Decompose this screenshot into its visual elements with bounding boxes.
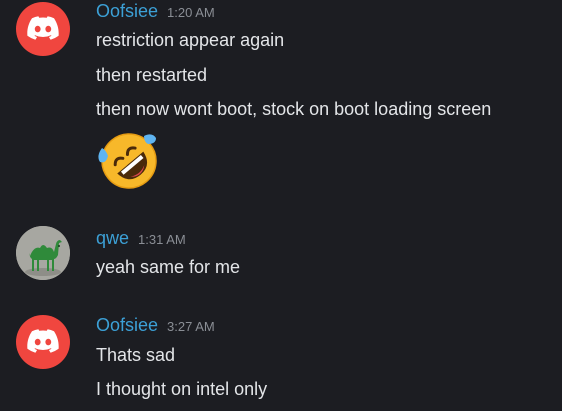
user-avatar[interactable] (16, 2, 70, 56)
timestamp[interactable]: 3:27 AM (167, 316, 215, 338)
message-text: then now wont boot, stock on boot loadin… (96, 99, 492, 119)
discord-logo-icon (27, 16, 59, 40)
message-text: I thought on intel only (96, 379, 268, 399)
user-avatar[interactable] (16, 315, 70, 369)
timestamp[interactable]: 1:20 AM (167, 2, 215, 24)
message-text: Thats sad (96, 345, 176, 365)
message-text: yeah same for me (96, 257, 241, 277)
timestamp[interactable]: 1:31 AM (138, 229, 186, 251)
message-header: Oofsiee 3:27 AM (96, 314, 215, 338)
rolling-on-floor-laughing-emoji[interactable] (96, 128, 162, 194)
username[interactable]: Oofsiee (96, 314, 158, 336)
username[interactable]: qwe (96, 227, 129, 249)
username[interactable]: Oofsiee (96, 0, 158, 22)
user-avatar[interactable] (16, 226, 70, 280)
message-header: Oofsiee 1:20 AM (96, 0, 215, 24)
message-text: restriction appear again (96, 30, 285, 50)
discord-logo-icon (27, 329, 59, 353)
message-header: qwe 1:31 AM (96, 227, 186, 251)
camel-avatar-icon (16, 226, 70, 280)
message-text: then restarted (96, 65, 208, 85)
